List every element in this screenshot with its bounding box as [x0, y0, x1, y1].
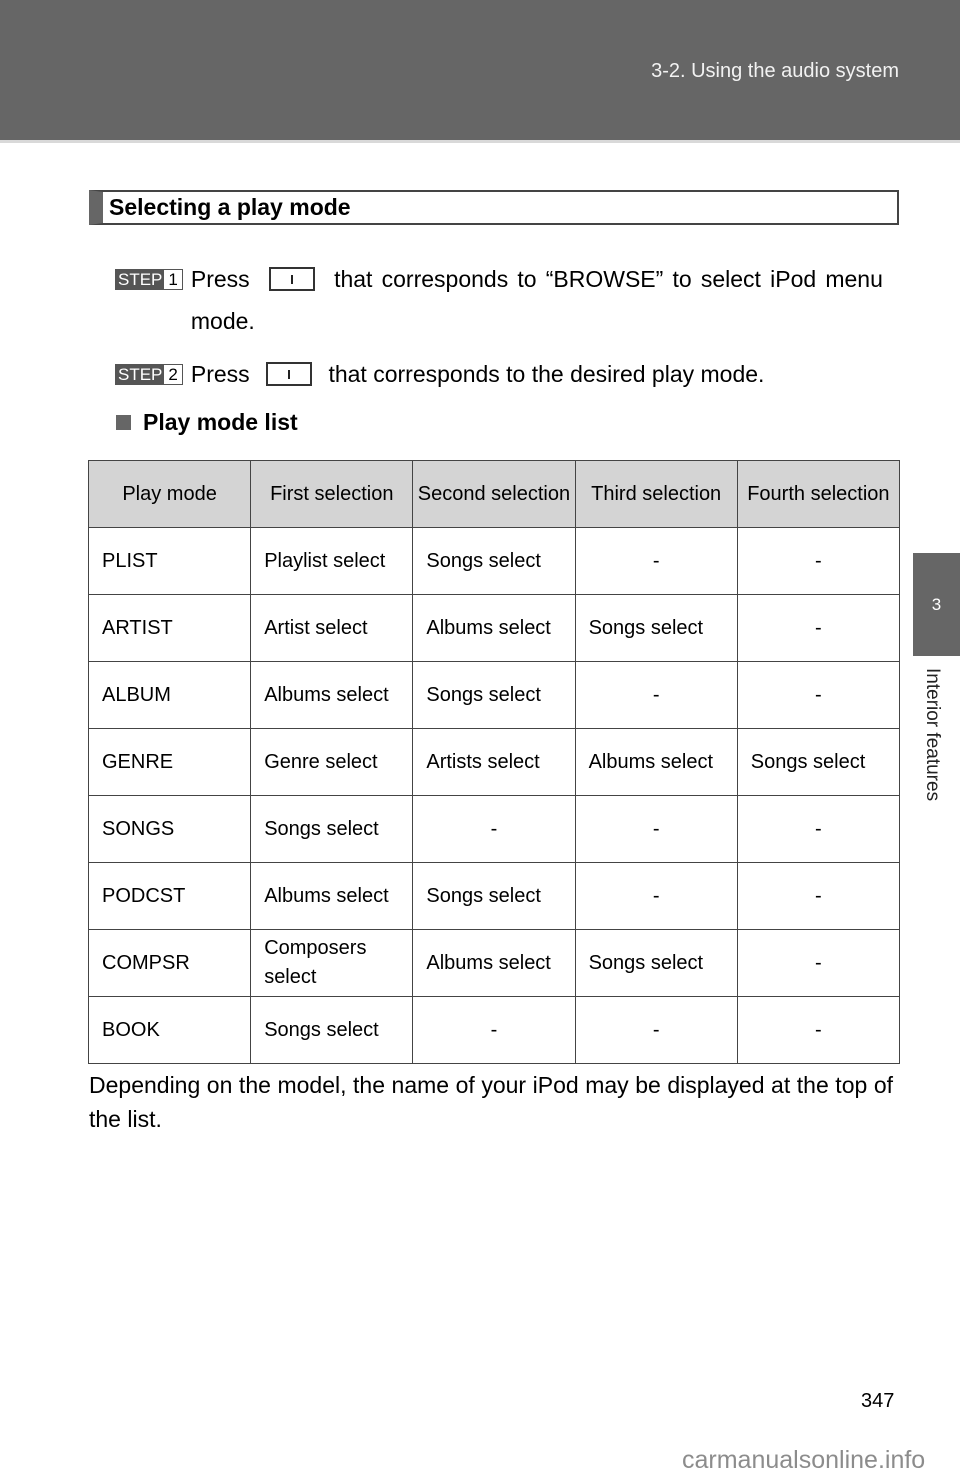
selection-cell: - [574, 661, 738, 729]
table-row: ARTIST Artist select Albums select Songs se… [87, 594, 901, 662]
step-text-before: Press [190, 266, 250, 292]
column-header: Play mode [87, 460, 252, 528]
table-row: COMPSR Composers select Albums select Songs… [87, 929, 901, 997]
step-badge-label: STEP [116, 365, 165, 384]
play-mode-cell: ARTIST [87, 594, 252, 662]
selection-cell: Albums select [250, 862, 414, 930]
selection-cell: - [412, 996, 576, 1064]
step-2: STEP 2 Press that corresponds to the des… [115, 353, 764, 395]
subheading: Play mode list [116, 409, 298, 436]
selection-cell: Songs select [250, 996, 414, 1064]
step-badge: STEP 1 [115, 269, 183, 290]
table-row: BOOK Songs select - - - [87, 996, 901, 1064]
selection-cell: Genre select [250, 728, 414, 796]
column-header: Second selection [412, 460, 576, 528]
subheading-text: Play mode list [143, 409, 298, 435]
selection-cell: Albums select [250, 661, 414, 729]
step-badge-number: 1 [164, 270, 182, 289]
play-mode-cell: BOOK [87, 996, 252, 1064]
selection-cell: - [574, 795, 738, 863]
table-row: PODCST Albums select Songs select - - [87, 862, 901, 930]
selection-cell: - [736, 527, 901, 595]
button-1-icon [266, 361, 313, 386]
step-2-text: Press that corresponds to the desired pl… [191, 353, 765, 395]
step-text-before: Press [190, 361, 250, 387]
section-heading-box: Selecting a play mode [89, 190, 899, 225]
watermark: carmanualsonline.info [682, 1446, 926, 1474]
column-header: Third selection [574, 460, 738, 528]
selection-cell: Albums select [412, 929, 576, 997]
selection-cell: Songs select [412, 661, 576, 729]
selection-cell: - [736, 862, 901, 930]
table-row: ALBUM Albums select Songs select - - [87, 661, 901, 729]
selection-cell: Songs select [412, 527, 576, 595]
step-text-after: that corresponds to the desired play mod… [328, 361, 765, 387]
selection-cell: Songs select [574, 929, 738, 997]
play-mode-cell: ALBUM [87, 661, 252, 729]
step-1-text: Press that corresponds to “BROWSE” to se… [191, 258, 883, 342]
selection-cell: Composers select [250, 929, 414, 997]
selection-cell: - [574, 527, 738, 595]
table-row: GENRE Genre select Artists select Albums se… [87, 728, 901, 796]
selection-cell: Albums select [412, 594, 576, 662]
chapter-number: 3 [931, 594, 942, 614]
selection-cell: Artists select [412, 728, 576, 796]
table-row: PLIST Playlist select Songs select - - [87, 527, 901, 595]
table-header-row: Play mode First selection Second selection… [87, 460, 901, 528]
play-mode-cell: PODCST [87, 862, 252, 930]
selection-cell: Songs select [574, 594, 738, 662]
step-badge-label: STEP [116, 270, 165, 289]
chapter-tab[interactable]: 3 [913, 553, 960, 656]
play-mode-cell: COMPSR [87, 929, 252, 997]
selection-cell: Albums select [574, 728, 738, 796]
step-badge-number: 2 [164, 365, 182, 384]
selection-cell: - [574, 862, 738, 930]
header-banner: 3-2. Using the audio system [0, 0, 960, 143]
square-bullet-icon [116, 415, 131, 430]
selection-cell: Songs select [250, 795, 414, 863]
step-badge: STEP 2 [115, 364, 183, 385]
selection-cell: Songs select [736, 728, 901, 796]
section-label: 3-2. Using the audio system [651, 60, 899, 82]
selection-cell: Playlist select [250, 527, 414, 595]
selection-cell: - [736, 929, 901, 997]
button-1-icon [268, 266, 315, 291]
selection-cell: - [736, 661, 901, 729]
table-row: SONGS Songs select - - - [87, 795, 901, 863]
selection-cell: - [736, 996, 901, 1064]
selection-cell: - [736, 795, 901, 863]
note-text: Depending on the model, the name of your… [89, 1072, 893, 1132]
play-mode-cell: PLIST [87, 527, 252, 595]
column-header: First selection [250, 460, 414, 528]
selection-cell: Songs select [412, 862, 576, 930]
selection-cell: Artist select [250, 594, 414, 662]
play-mode-cell: SONGS [87, 795, 252, 863]
play-mode-table: Play mode First selection Second selection… [87, 460, 901, 1064]
selection-cell: - [574, 996, 738, 1064]
selection-cell: - [736, 594, 901, 662]
page-number: 347 [861, 1390, 895, 1412]
chapter-title: Interior features [922, 668, 943, 802]
play-mode-cell: GENRE [87, 728, 252, 796]
selection-cell: - [412, 795, 576, 863]
section-heading: Selecting a play mode [109, 194, 351, 220]
step-1: STEP 1 Press that corresponds to “BROWSE… [115, 258, 895, 342]
column-header: Fourth selection [736, 460, 901, 528]
